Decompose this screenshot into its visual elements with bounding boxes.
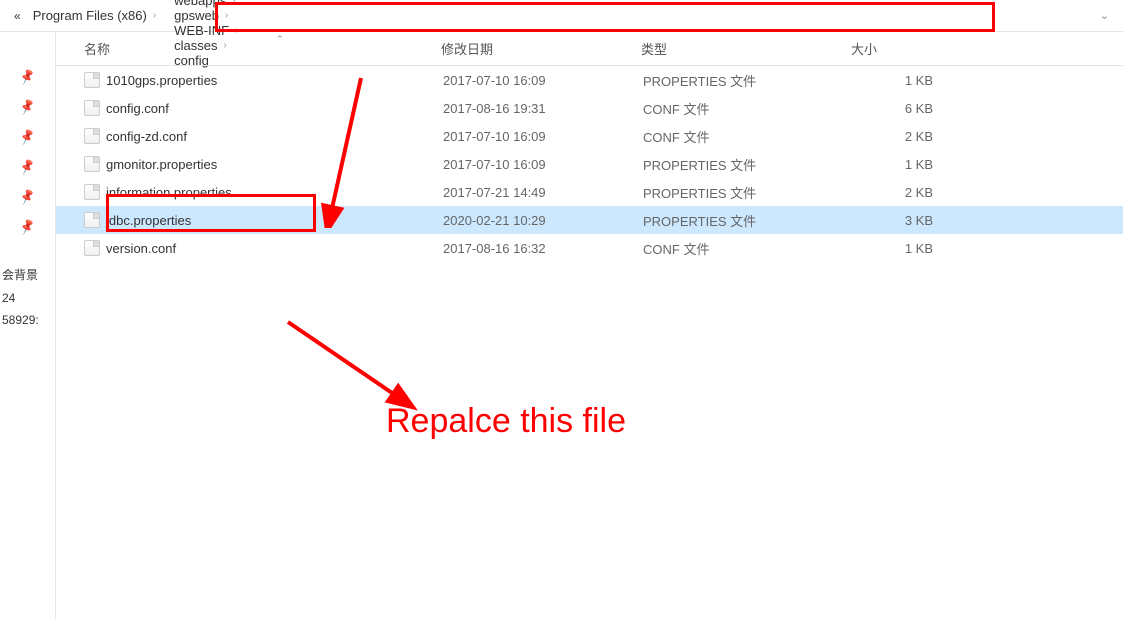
file-type: PROPERTIES 文件 [643, 155, 853, 174]
file-size: 1 KB [853, 157, 953, 172]
chevron-right-icon: › [232, 0, 235, 6]
crumb-label: webapps [174, 0, 226, 8]
content-area: 📌 📌 📌 📌 📌 📌 会背景 24 58929: ⌃ 名称 修改日期 类型 大… [0, 32, 1123, 619]
file-size: 2 KB [853, 129, 953, 144]
col-date-header[interactable]: 修改日期 [441, 39, 641, 58]
file-type: PROPERTIES 文件 [643, 71, 853, 90]
back-overflow-icon[interactable]: « [8, 9, 27, 23]
file-type: CONF 文件 [643, 127, 853, 146]
column-headers[interactable]: 名称 修改日期 类型 大小 [56, 32, 1123, 66]
file-icon [84, 240, 100, 256]
sidebar-label: 58929: [0, 309, 55, 331]
breadcrumb-item[interactable]: gpsweb › [168, 8, 269, 23]
nav-pane[interactable]: 📌 📌 📌 📌 📌 📌 会背景 24 58929: [0, 32, 56, 619]
file-name: config.conf [106, 101, 443, 116]
annotation-text: Repalce this file [386, 402, 626, 441]
sidebar-label: 24 [0, 287, 55, 309]
file-name: version.conf [106, 241, 443, 256]
file-icon [84, 128, 100, 144]
file-row[interactable]: 1010gps.properties2017-07-10 16:09PROPER… [56, 66, 1123, 94]
file-date: 2017-07-21 14:49 [443, 185, 643, 200]
file-icon [84, 184, 100, 200]
file-size: 1 KB [853, 241, 953, 256]
chevron-right-icon: › [153, 10, 156, 21]
file-date: 2017-07-10 16:09 [443, 73, 643, 88]
file-type: CONF 文件 [643, 239, 853, 258]
annotation-arrow-icon [278, 312, 428, 412]
address-bar[interactable]: « Program Files (x86) › IVMS Server›tomc… [0, 0, 1123, 32]
chevron-right-icon: › [225, 10, 228, 21]
crumb-label: Program Files (x86) [33, 8, 147, 23]
file-row[interactable]: information.properties2017-07-21 14:49PR… [56, 178, 1123, 206]
sidebar-label: 会背景 [0, 262, 55, 287]
col-name-header[interactable]: 名称 [56, 39, 441, 58]
col-size-header[interactable]: 大小 [851, 39, 951, 58]
file-size: 6 KB [853, 101, 953, 116]
file-list[interactable]: ⌃ 名称 修改日期 类型 大小 1010gps.properties2017-0… [56, 32, 1123, 619]
file-row[interactable]: config.conf2017-08-16 19:31CONF 文件6 KB [56, 94, 1123, 122]
file-icon [84, 212, 100, 228]
file-date: 2017-07-10 16:09 [443, 129, 643, 144]
file-name: gmonitor.properties [106, 157, 443, 172]
file-type: PROPERTIES 文件 [643, 211, 853, 230]
file-name: information.properties [106, 185, 443, 200]
file-row[interactable]: jdbc.properties2020-02-21 10:29PROPERTIE… [56, 206, 1123, 234]
file-date: 2017-08-16 16:32 [443, 241, 643, 256]
breadcrumb-root[interactable]: Program Files (x86) › [27, 8, 168, 23]
col-type-header[interactable]: 类型 [641, 39, 851, 58]
file-size: 1 KB [853, 73, 953, 88]
file-size: 3 KB [853, 213, 953, 228]
crumb-label: gpsweb [174, 8, 219, 23]
dropdown-chevron-icon[interactable]: ⌄ [1094, 9, 1115, 22]
file-type: PROPERTIES 文件 [643, 183, 853, 202]
file-icon [84, 72, 100, 88]
file-name: 1010gps.properties [106, 73, 443, 88]
file-name: config-zd.conf [106, 129, 443, 144]
file-row[interactable]: version.conf2017-08-16 16:32CONF 文件1 KB [56, 234, 1123, 262]
file-size: 2 KB [853, 185, 953, 200]
file-type: CONF 文件 [643, 99, 853, 118]
file-row[interactable]: config-zd.conf2017-07-10 16:09CONF 文件2 K… [56, 122, 1123, 150]
file-row[interactable]: gmonitor.properties2017-07-10 16:09PROPE… [56, 150, 1123, 178]
file-icon [84, 100, 100, 116]
file-date: 2020-02-21 10:29 [443, 213, 643, 228]
file-date: 2017-08-16 19:31 [443, 101, 643, 116]
file-name: jdbc.properties [106, 213, 443, 228]
breadcrumb-item[interactable]: webapps › [168, 0, 269, 8]
file-date: 2017-07-10 16:09 [443, 157, 643, 172]
sort-indicator-icon: ⌃ [276, 34, 284, 45]
file-icon [84, 156, 100, 172]
